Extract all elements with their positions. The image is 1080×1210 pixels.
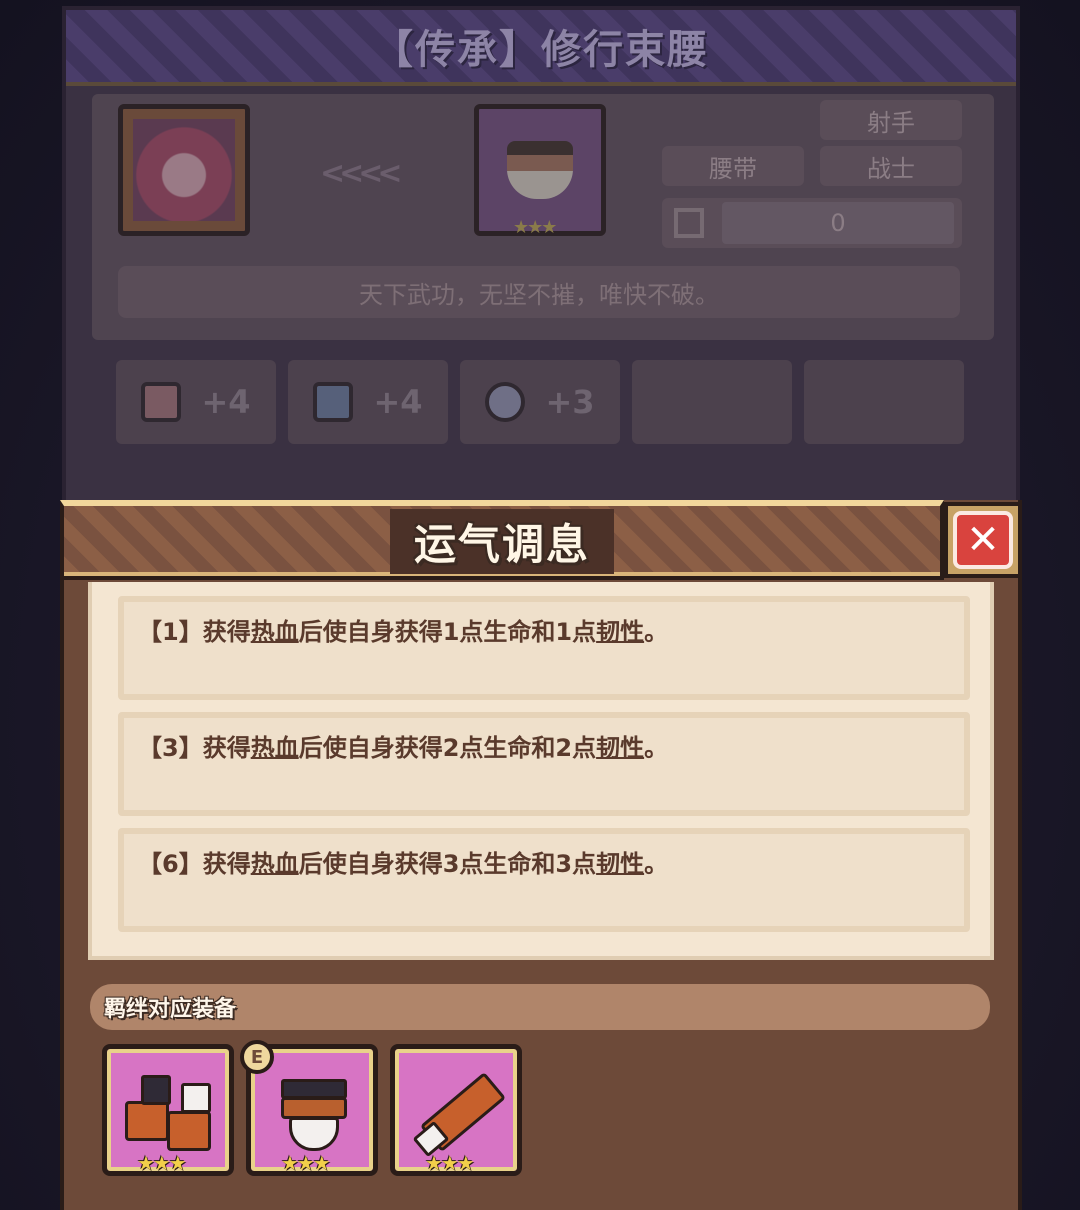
equipped-badge: E	[240, 1040, 274, 1074]
effect-card: 【3】获得热血后使自身获得2点生命和2点韧性。	[118, 712, 970, 816]
effect-card: 【1】获得热血后使自身获得1点生命和1点韧性。	[118, 596, 970, 700]
stat-value: +4	[201, 383, 251, 421]
boot-stat-icon	[313, 382, 354, 422]
effect-suffix: 。	[644, 618, 669, 646]
item-stars: ★★★	[513, 217, 557, 238]
keyword-link[interactable]: 韧性	[596, 618, 644, 646]
boot-icon	[125, 1101, 169, 1141]
bond-equipment-label: 羁绊对应装备	[104, 997, 237, 1022]
item-title: 【传承】修行束腰	[373, 27, 709, 73]
effect-suffix: 。	[644, 734, 669, 762]
stat-cell-empty	[632, 360, 792, 444]
effect-middle: 后使自身获得2点生命和2点	[298, 734, 597, 762]
effect-card: 【6】获得热血后使自身获得3点生命和3点韧性。	[118, 828, 970, 932]
boot-cuff-icon	[181, 1083, 211, 1113]
belt-cloth-icon	[289, 1117, 339, 1151]
effect-prefix: 【1】获得	[138, 618, 251, 646]
hero-portrait[interactable]	[118, 104, 250, 236]
keyword-link[interactable]: 热血	[251, 850, 299, 878]
class-tag-warrior: 战士	[820, 146, 962, 186]
keyword-link[interactable]: 韧性	[596, 850, 644, 878]
belt-icon	[507, 141, 573, 199]
effect-prefix: 【6】获得	[138, 850, 251, 878]
boots-equipment-slot[interactable]: ★★★	[102, 1044, 234, 1176]
grid-icon	[674, 208, 704, 238]
item-count-value: 0	[722, 202, 954, 244]
close-button[interactable]: ✕	[944, 502, 1022, 578]
item-title-bar: 【传承】修行束腰	[66, 10, 1016, 86]
bracer-equipment-slot[interactable]: ★★★	[390, 1044, 522, 1176]
item-icon[interactable]: ★★★	[474, 104, 606, 238]
class-tag-archer: 射手	[820, 100, 962, 140]
belt-strap-icon	[281, 1079, 347, 1099]
boot-cuff-icon	[141, 1075, 171, 1105]
stat-cell: +4	[116, 360, 276, 444]
bond-equipment-header: 羁绊对应装备	[90, 984, 990, 1030]
effect-suffix: 。	[644, 850, 669, 878]
keyword-link[interactable]: 热血	[251, 734, 299, 762]
stat-row: +4 +4 +3	[116, 360, 966, 444]
belt-band-icon	[281, 1097, 347, 1119]
stat-cell: +4	[288, 360, 448, 444]
modal-header: 运气调息	[60, 500, 944, 580]
modal-title: 运气调息	[389, 508, 614, 574]
equipment-stars: ★★★	[281, 1151, 331, 1175]
item-count-box: 0	[662, 198, 962, 248]
keyword-link[interactable]: 韧性	[596, 734, 644, 762]
effect-prefix: 【3】获得	[138, 734, 251, 762]
hero-portrait-image	[133, 119, 235, 221]
stat-value: +3	[545, 383, 595, 421]
stat-cell-empty	[804, 360, 964, 444]
shield-stat-icon	[141, 382, 182, 422]
effect-text: 【1】获得热血后使自身获得1点生命和1点韧性。	[138, 612, 668, 647]
effect-middle: 后使自身获得1点生命和1点	[298, 618, 597, 646]
feather-stat-icon	[485, 382, 526, 422]
stat-cell: +3	[460, 360, 620, 444]
keyword-link[interactable]: 热血	[251, 618, 299, 646]
type-tag-belt: 腰带	[662, 146, 804, 186]
effect-middle: 后使自身获得3点生命和3点	[298, 850, 597, 878]
item-motto: 天下武功，无坚不摧，唯快不破。	[118, 266, 960, 318]
equipment-stars: ★★★	[425, 1151, 475, 1175]
stat-value: +4	[373, 383, 423, 421]
boot-icon	[167, 1111, 211, 1151]
effect-text: 【6】获得热血后使自身获得3点生命和3点韧性。	[138, 844, 668, 879]
effect-text: 【3】获得热血后使自身获得2点生命和2点韧性。	[138, 728, 668, 763]
effects-panel: 【1】获得热血后使自身获得1点生命和1点韧性。 【3】获得热血后使自身获得2点生…	[88, 582, 994, 960]
equipment-stars: ★★★	[137, 1151, 187, 1175]
close-icon: ✕	[953, 511, 1013, 569]
arrow-left-icon: <<<<	[320, 156, 403, 191]
